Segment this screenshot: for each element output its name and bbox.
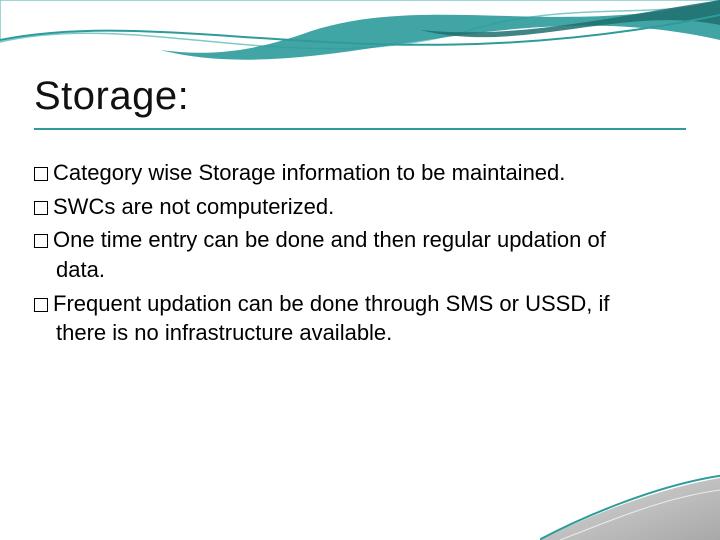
bullet-item: SWCs are not computerized.	[34, 192, 654, 222]
square-bullet-icon	[34, 201, 48, 215]
square-bullet-icon	[34, 298, 48, 312]
bullet-text: One time entry can be done and then regu…	[53, 227, 606, 282]
bullet-text: SWCs are not computerized.	[53, 194, 334, 219]
body-text: Category wise Storage information to be …	[34, 158, 654, 352]
decorative-corner-bottom-right	[540, 470, 720, 540]
title-underline	[34, 128, 686, 130]
slide-title: Storage:	[34, 74, 189, 119]
bullet-item: Frequent updation can be done through SM…	[34, 289, 654, 348]
bullet-text: Category wise Storage information to be …	[53, 160, 565, 185]
bullet-item: One time entry can be done and then regu…	[34, 225, 654, 284]
bullet-text: Frequent updation can be done through SM…	[53, 291, 609, 346]
square-bullet-icon	[34, 167, 48, 181]
bullet-item: Category wise Storage information to be …	[34, 158, 654, 188]
slide: Storage: Category wise Storage informati…	[0, 0, 720, 540]
square-bullet-icon	[34, 234, 48, 248]
